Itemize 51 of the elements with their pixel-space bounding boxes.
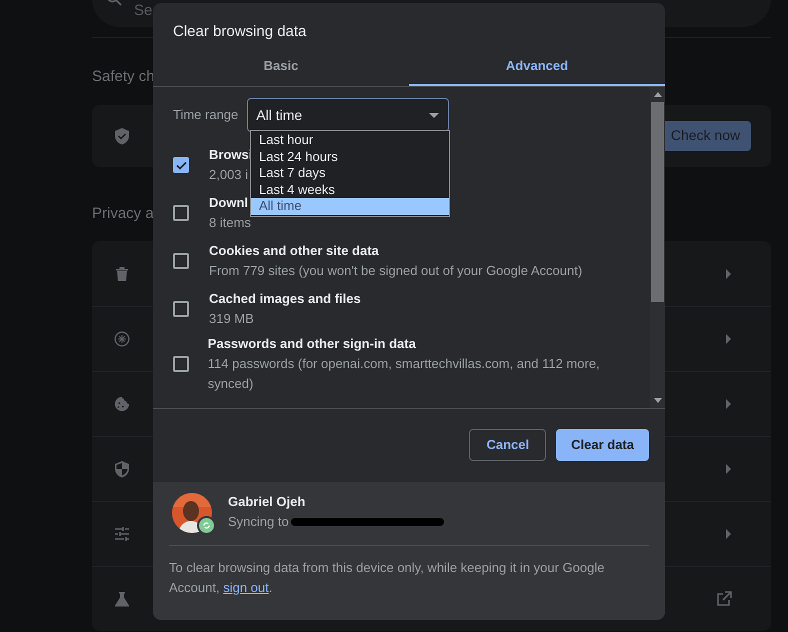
item-title: Downl — [209, 194, 249, 212]
sign-out-note: To clear browsing data from this device only, while keeping it in your Google Account, sign out. — [169, 559, 606, 597]
account-name: Gabriel Ojeh — [228, 492, 306, 511]
compass-icon — [114, 329, 130, 349]
chevron-right-icon[interactable] — [726, 464, 732, 474]
checkbox[interactable] — [173, 301, 189, 317]
chevron-right-icon[interactable] — [726, 268, 732, 278]
flask-icon — [114, 591, 130, 607]
item-title: Cookies and other site data — [209, 242, 380, 260]
item-detail: 319 MB — [209, 310, 255, 328]
shield-icon — [114, 460, 130, 478]
check-icon — [176, 160, 186, 170]
chevron-right-icon[interactable] — [726, 399, 732, 409]
item-title: Cached images and files — [209, 290, 361, 308]
scrollbar[interactable] — [650, 87, 665, 408]
time-range-dropdown[interactable]: All time — [247, 98, 450, 132]
time-range-label: Time range — [173, 106, 238, 124]
scrollbar-thumb[interactable] — [651, 102, 664, 302]
tab[interactable]: Basic — [153, 48, 409, 86]
menu-option[interactable]: All time — [251, 198, 449, 214]
cookie-icon — [114, 395, 130, 413]
item-detail: 8 items — [209, 214, 251, 232]
search-placeholder: Se — [134, 0, 152, 21]
checkbox[interactable] — [173, 253, 189, 269]
sign-out-link[interactable]: sign out — [223, 580, 269, 595]
checkbox[interactable] — [173, 205, 189, 221]
scroll-up-icon[interactable] — [654, 92, 662, 97]
section-heading: Privacy a — [92, 204, 154, 224]
clear-data-button[interactable]: Clear data — [556, 428, 649, 460]
trash-icon — [115, 266, 129, 282]
dialog-title: Clear browsing data — [172, 22, 308, 42]
menu-option[interactable]: Last 7 days — [251, 165, 449, 182]
shield-check-icon — [114, 126, 130, 144]
scroll-down-icon[interactable] — [654, 398, 662, 403]
menu-option[interactable]: Last 4 weeks — [251, 182, 449, 198]
menu-option[interactable]: Last hour — [251, 132, 449, 148]
sliders-icon — [114, 526, 130, 542]
chevron-right-icon[interactable] — [726, 529, 732, 539]
item-detail: From 779 sites (you won't be signed out of your Google Account) — [209, 262, 582, 280]
chevron-right-icon[interactable] — [726, 334, 732, 344]
item-title: Passwords and other sign-in data — [208, 335, 417, 353]
external-link-icon[interactable] — [716, 591, 732, 607]
tab[interactable]: Advanced — [409, 48, 665, 86]
sync-status: Syncing to — [228, 512, 289, 531]
menu-option[interactable]: Last 24 hours — [251, 148, 449, 165]
dropdown-arrow-icon — [429, 112, 440, 118]
cancel-button[interactable]: Cancel — [469, 428, 546, 460]
checkbox[interactable] — [173, 157, 189, 173]
item-detail: 2,003 i — [209, 166, 250, 184]
item-detail: 114 passwords (for openai.com, smarttechvillas.com, and 112 more, synced) — [208, 355, 601, 393]
checkbox[interactable] — [173, 356, 189, 372]
